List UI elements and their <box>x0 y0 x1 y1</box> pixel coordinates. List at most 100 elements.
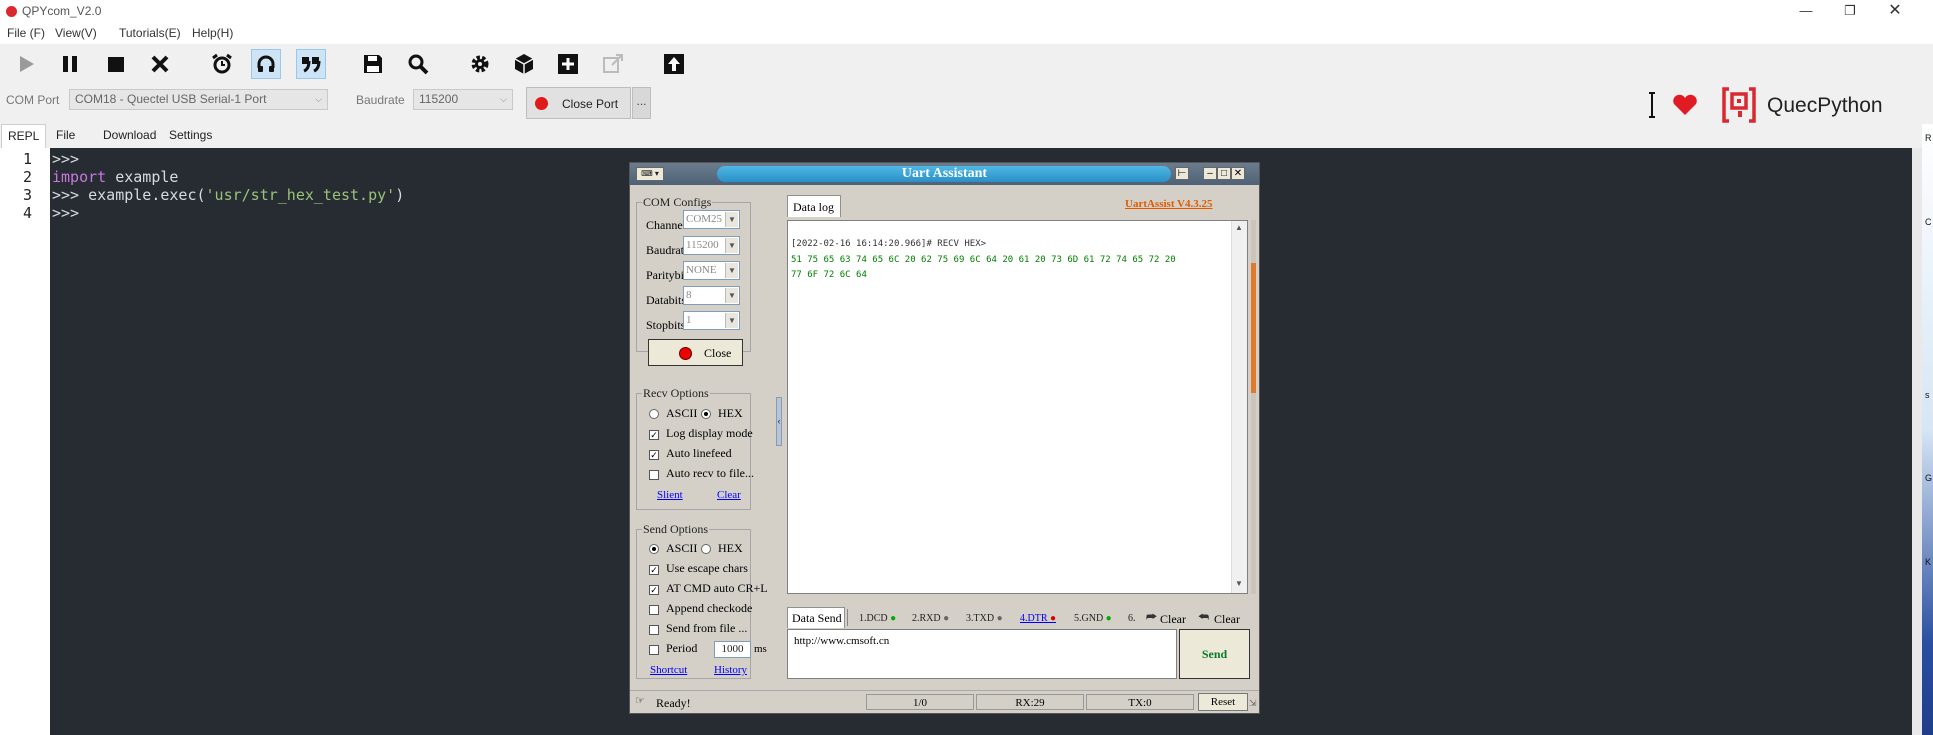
stop-icon[interactable] <box>101 49 131 79</box>
recv-ascii-radio[interactable] <box>649 409 659 419</box>
com-port-select[interactable]: COM18 - Quectel USB Serial-1 Port ⌵ <box>69 89 328 110</box>
data-send-tab[interactable]: Data Send <box>787 607 845 628</box>
add-icon[interactable] <box>553 49 583 79</box>
scroll-up-icon[interactable]: ▲ <box>1235 223 1243 232</box>
scroll-down-icon[interactable]: ▼ <box>1235 579 1243 588</box>
data-send-tab-label: Data Send <box>792 611 842 625</box>
quote-icon[interactable] <box>296 49 326 79</box>
tab-settings[interactable]: Settings <box>163 124 218 148</box>
history-link[interactable]: History <box>714 664 747 676</box>
uart-close-button[interactable]: Close <box>648 339 743 366</box>
log-display-label: Log display mode <box>666 426 753 440</box>
slient-link[interactable]: Slient <box>657 489 683 501</box>
keyword-text: import <box>52 168 107 186</box>
clear-send-button[interactable]: Clear <box>1214 612 1240 627</box>
strip-text: R <box>1925 133 1932 143</box>
menu-view[interactable]: View(V) <box>55 26 97 40</box>
close-window-icon[interactable]: ✕ <box>1872 0 1918 24</box>
stopbits-select[interactable]: 1 ▼ <box>683 311 740 330</box>
datalog-area[interactable]: [2022-02-16 16:14:20.966]# RECV HEX> 51 … <box>787 220 1248 594</box>
recv-hex-radio[interactable] <box>701 409 711 419</box>
pin-6[interactable]: 6. <box>1128 613 1136 624</box>
search-icon[interactable] <box>403 49 433 79</box>
resize-grip-icon[interactable]: ⇲ <box>1249 698 1257 709</box>
restore-icon[interactable]: ❐ <box>1827 0 1873 24</box>
port-more-button[interactable]: ... <box>632 87 651 119</box>
send-hex-radio[interactable] <box>701 544 711 554</box>
code-line: >>> <box>52 150 79 168</box>
menu-help[interactable]: Help(H) <box>192 26 233 40</box>
pin-txd[interactable]: 3.TXD ● <box>966 613 1003 624</box>
pin-dtr[interactable]: 4.DTR ● <box>1020 613 1056 624</box>
pin-rxd[interactable]: 2.RXD ● <box>912 613 949 624</box>
chevron-down-icon: ▼ <box>725 212 738 227</box>
auto-linefeed-checkbox[interactable]: ✓ <box>649 450 659 460</box>
send-ascii-radio[interactable] <box>649 544 659 554</box>
uart-minimize-icon[interactable]: – <box>1203 167 1217 180</box>
uart-baudrate-select[interactable]: 115200 ▼ <box>683 236 740 255</box>
pin-dcd[interactable]: 1.DCD ● <box>859 613 896 624</box>
shortcut-link[interactable]: Shortcut <box>650 664 687 676</box>
datalog-tab[interactable]: Data log <box>787 195 841 217</box>
close-x-icon[interactable] <box>145 49 175 79</box>
pin-label: 5.GND <box>1074 613 1104 624</box>
external-link-icon[interactable] <box>598 49 628 79</box>
append-check-checkbox[interactable] <box>649 605 659 615</box>
send-button[interactable]: Send <box>1179 629 1250 679</box>
pause-icon[interactable] <box>55 49 85 79</box>
editor-scrollbar[interactable] <box>1912 148 1922 735</box>
baudrate-select[interactable]: 115200 ⌵ <box>413 89 513 110</box>
menu-file[interactable]: File (F) <box>7 26 45 40</box>
uart-assistant-window[interactable]: ⌨ ▾ Uart Assistant ⊢ – □ ✕ COM Configs C… <box>629 162 1260 714</box>
send-input-text: http://www.cmsoft.cn <box>794 635 890 647</box>
tab-download[interactable]: Download <box>97 124 162 148</box>
menu-tutorials[interactable]: Tutorials(E) <box>119 26 181 40</box>
uart-close-icon[interactable]: ✕ <box>1231 167 1245 180</box>
headset-icon[interactable] <box>251 49 281 79</box>
pin-gnd[interactable]: 5.GND ● <box>1074 613 1112 624</box>
send-options-title: Send Options <box>642 522 710 537</box>
package-icon[interactable] <box>509 49 539 79</box>
code-text: ) <box>395 186 405 204</box>
send-input[interactable]: http://www.cmsoft.cn <box>787 629 1177 679</box>
reset-button[interactable]: Reset <box>1198 693 1248 711</box>
channel-select[interactable]: COM25 # ▼ <box>683 210 740 229</box>
save-icon[interactable] <box>358 49 388 79</box>
code-line: import example <box>52 168 178 186</box>
pin-status-icon: ● <box>1105 613 1112 624</box>
pin-icon[interactable]: ⊢ <box>1175 167 1189 180</box>
alarm-clock-icon[interactable] <box>207 49 237 79</box>
minimize-icon[interactable]: — <box>1783 0 1829 24</box>
at-cmd-checkbox[interactable]: ✓ <box>649 585 659 595</box>
log-display-checkbox[interactable]: ✓ <box>649 430 659 440</box>
text-cursor-icon <box>1648 92 1655 118</box>
clear-recv-button[interactable]: Clear <box>1160 612 1186 627</box>
close-port-button[interactable]: Close Port <box>526 87 631 119</box>
datalog-header: [2022-02-16 16:14:20.966]# RECV HEX> <box>791 239 987 249</box>
send-file-checkbox[interactable] <box>649 625 659 635</box>
parity-select[interactable]: NONE ▼ <box>683 261 740 280</box>
tab-repl[interactable]: REPL <box>1 124 47 148</box>
uart-maximize-icon[interactable]: □ <box>1217 167 1231 180</box>
auto-recv-file-checkbox[interactable] <box>649 470 659 480</box>
databits-value: 8 <box>686 289 692 301</box>
tab-file[interactable]: File <box>50 124 81 148</box>
app-logo-icon <box>6 6 17 17</box>
period-input[interactable]: 1000 <box>714 641 751 658</box>
escape-chars-checkbox[interactable]: ✓ <box>649 565 659 575</box>
pin-status-icon: ● <box>1050 613 1057 624</box>
datalog-scrollbar[interactable]: ▲ ▼ <box>1231 221 1247 593</box>
baudrate-label: Baudrate <box>356 93 405 107</box>
gear-icon[interactable] <box>465 49 495 79</box>
period-checkbox[interactable] <box>649 645 659 655</box>
version-link[interactable]: UartAssist V4.3.25 <box>1125 198 1213 210</box>
play-icon[interactable] <box>11 49 41 79</box>
databits-select[interactable]: 8 ▼ <box>683 286 740 305</box>
channel-value: COM25 # <box>686 213 731 225</box>
recv-clear-link[interactable]: Clear <box>717 489 741 501</box>
send-file-label: Send from file ... <box>666 621 748 635</box>
upload-arrow-icon[interactable] <box>659 49 689 79</box>
collapse-panel-handle[interactable]: ‹ <box>776 397 782 446</box>
datalog-side-thumb[interactable] <box>1251 263 1256 393</box>
pin-label: 2.RXD <box>912 613 941 624</box>
